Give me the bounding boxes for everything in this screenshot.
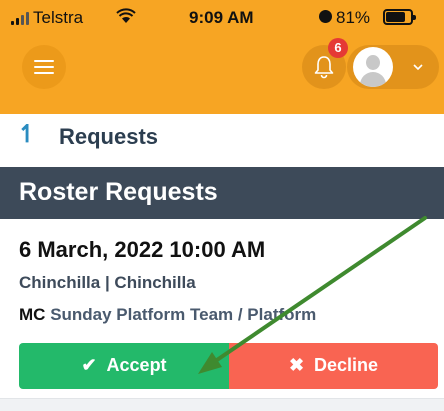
request-team-line: MC Sunday Platform Team / Platform [19, 305, 316, 325]
list-divider [0, 398, 444, 411]
request-card: 6 March, 2022 10:00 AM Chinchilla | Chin… [0, 219, 444, 411]
battery-level [386, 12, 405, 22]
battery-icon [383, 9, 416, 25]
status-time: 9:09 AM [189, 8, 254, 27]
request-location: Chinchilla | Chinchilla [19, 273, 196, 292]
check-icon: ✔ [81, 355, 97, 375]
page-header: ↿ Requests [0, 114, 444, 160]
battery-percent: 81% [336, 8, 371, 27]
section-header: Roster Requests [0, 167, 444, 219]
decline-label: Decline [314, 355, 379, 375]
role-code: MC [19, 305, 46, 324]
bell-icon [314, 56, 334, 79]
page-title: Requests [59, 124, 159, 149]
decline-button[interactable]: ✖ Decline [229, 343, 438, 389]
hamburger-menu-button[interactable] [22, 45, 66, 89]
up-arrow-icon[interactable]: ↿ [17, 120, 37, 149]
carrier-name: Telstra [33, 8, 84, 27]
wifi-icon [116, 8, 136, 23]
accept-button[interactable]: ✔ Accept [19, 343, 229, 389]
app-header: Telstra 9:09 AM 81% 6 [0, 0, 444, 114]
chevron-down-icon [413, 64, 423, 71]
section-title: Roster Requests [19, 178, 218, 206]
times-icon: ✖ [288, 355, 305, 375]
user-avatar-icon[interactable] [353, 47, 393, 87]
alarm-icon [319, 10, 332, 23]
request-datetime: 6 March, 2022 10:00 AM [19, 237, 266, 262]
team-name: Sunday Platform Team / Platform [50, 305, 317, 324]
accept-label: Accept [106, 355, 167, 375]
signal-icon [11, 11, 31, 25]
status-bar: Telstra 9:09 AM 81% [0, 0, 444, 38]
notification-badge: 6 [328, 38, 348, 58]
hamburger-menu-icon [34, 60, 54, 62]
